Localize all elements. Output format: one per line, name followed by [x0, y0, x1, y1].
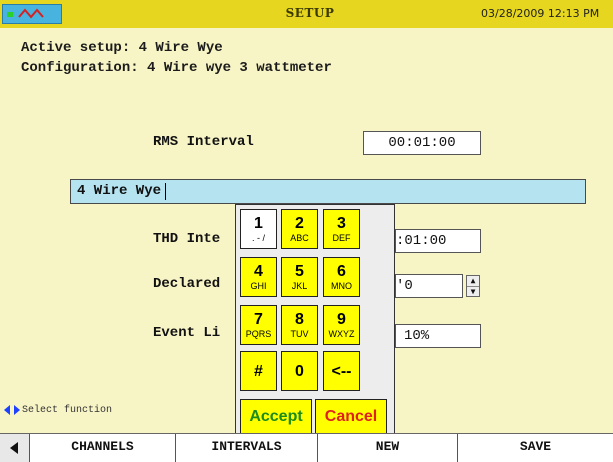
- rms-interval-label: RMS Interval: [153, 134, 254, 150]
- title-bar: SETUP 03/28/2009 12:13 PM: [0, 0, 613, 28]
- hint-text: Select function: [22, 405, 113, 416]
- key-7[interactable]: 7 PQRS: [240, 305, 277, 345]
- text-entry-field[interactable]: 4 Wire Wye: [70, 179, 586, 204]
- key-5[interactable]: 5 JKL: [281, 257, 318, 297]
- declared-field[interactable]: '0: [395, 274, 463, 298]
- back-arrow-icon: [10, 442, 18, 454]
- backspace-key[interactable]: <--: [323, 351, 360, 391]
- entry-text: 4 Wire Wye: [77, 183, 162, 199]
- declared-spinner[interactable]: ▲ ▼: [466, 275, 480, 297]
- event-limit-label: Event Li: [153, 325, 221, 341]
- key-8[interactable]: 8 TUV: [281, 305, 318, 345]
- new-button[interactable]: NEW: [318, 434, 458, 462]
- declared-label: Declared: [153, 276, 221, 292]
- thd-interval-label: THD Inte: [153, 231, 221, 247]
- event-limit-field[interactable]: 10%: [395, 324, 481, 348]
- channels-button[interactable]: CHANNELS: [30, 434, 176, 462]
- configuration-text: Configuration: 4 Wire wye 3 wattmeter: [21, 60, 332, 76]
- spin-up-icon[interactable]: ▲: [467, 276, 479, 287]
- page-title: SETUP: [285, 6, 335, 20]
- datetime-display: 03/28/2009 12:13 PM: [481, 7, 600, 20]
- key-9[interactable]: 9 WXYZ: [323, 305, 360, 345]
- numeric-keypad: 1. - / 2 ABC 3 DEF 4 GHI 5 JKL 6 MNO 7 PQRS 8T…: [235, 204, 395, 440]
- back-button[interactable]: [0, 434, 30, 462]
- thd-interval-field[interactable]: :01:00: [395, 229, 481, 253]
- spin-down-icon[interactable]: ▼: [467, 287, 479, 297]
- key-hash[interactable]: #: [240, 351, 277, 391]
- left-right-arrows-icon: [4, 405, 20, 415]
- key-3[interactable]: 3 DEF: [323, 209, 360, 249]
- key-2[interactable]: 2 ABC: [281, 209, 318, 249]
- function-bar: CHANNELS INTERVALS NEW SAVE: [0, 433, 613, 462]
- waveform-logo-icon: [2, 4, 62, 24]
- rms-interval-field[interactable]: 00:01:00: [363, 131, 481, 155]
- key-1[interactable]: 1. - /: [240, 209, 277, 249]
- save-button[interactable]: SAVE: [458, 434, 613, 462]
- cancel-button[interactable]: Cancel: [315, 399, 387, 435]
- active-setup-text: Active setup: 4 Wire Wye: [21, 40, 223, 56]
- key-4[interactable]: 4 GHI: [240, 257, 277, 297]
- text-caret: [165, 183, 166, 200]
- accept-button[interactable]: Accept: [240, 399, 312, 435]
- key-0[interactable]: 0: [281, 351, 318, 391]
- key-6[interactable]: 6 MNO: [323, 257, 360, 297]
- intervals-button[interactable]: INTERVALS: [176, 434, 318, 462]
